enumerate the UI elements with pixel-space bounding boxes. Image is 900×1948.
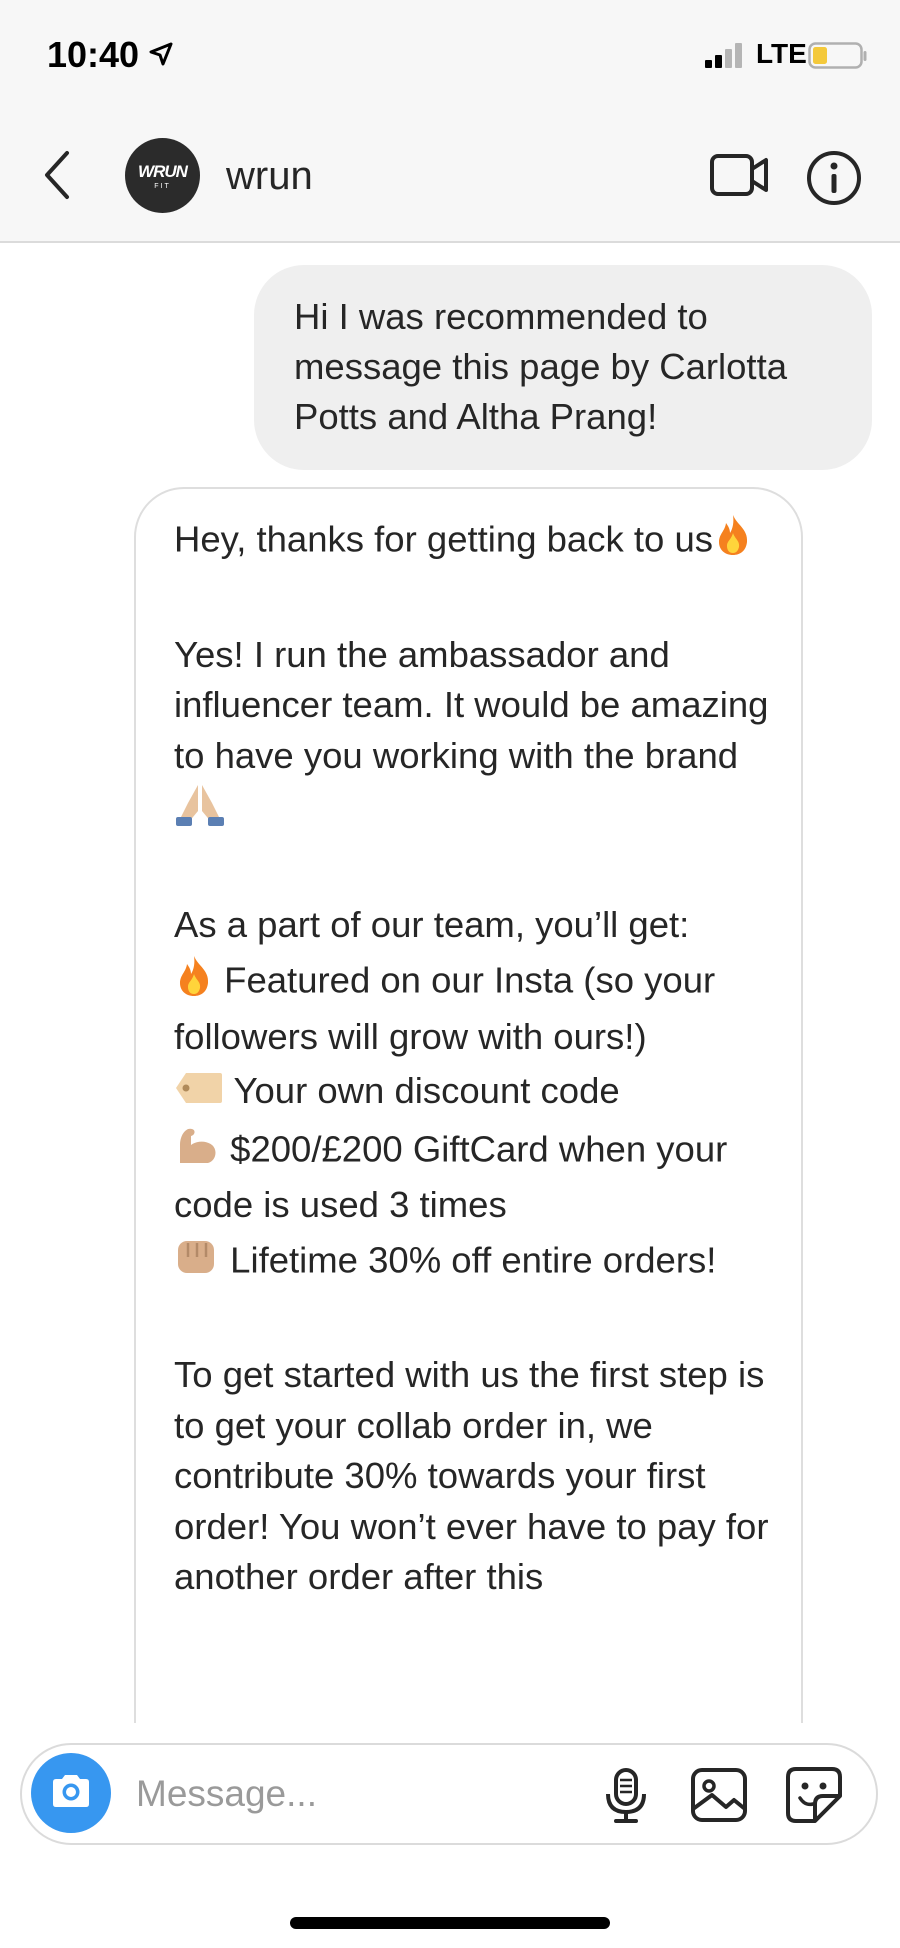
benefit-text: $200/£200 GiftCard when your code is use… <box>174 1128 728 1226</box>
message-thread[interactable]: Hi I was recommended to message this pag… <box>0 243 900 1723</box>
home-indicator[interactable] <box>290 1917 610 1929</box>
closing-text: To get started with us the first step is… <box>174 1354 769 1598</box>
benefit-item: Your own discount code <box>174 1066 771 1119</box>
greeting-paragraph: Hey, thanks for getting back to us <box>174 513 771 571</box>
microphone-icon[interactable] <box>604 1767 648 1830</box>
fist-emoji-icon <box>174 1235 220 1291</box>
tag-emoji-icon <box>174 1068 224 1119</box>
sticker-icon[interactable] <box>785 1766 843 1829</box>
benefit-item: Featured on our Insta (so your followers… <box>174 954 771 1062</box>
closing-paragraph: To get started with us the first step is… <box>174 1350 771 1603</box>
benefits-heading: As a part of our team, you’ll get: <box>174 903 690 945</box>
avatar-logo-subtext: FIT <box>154 182 171 190</box>
avatar-logo-text: WRUN <box>138 161 188 181</box>
benefit-text: Featured on our Insta (so your followers… <box>174 959 716 1057</box>
message-composer <box>20 1743 878 1845</box>
benefit-text: Lifetime 30% off entire orders! <box>230 1239 717 1280</box>
outgoing-message-text: Hi I was recommended to message this pag… <box>294 296 788 437</box>
video-call-icon[interactable] <box>710 152 770 203</box>
fire-emoji-icon <box>174 954 214 1012</box>
network-label: LTE <box>756 38 807 69</box>
benefit-text: Your own discount code <box>233 1070 620 1111</box>
fire-emoji-icon <box>713 513 753 571</box>
benefit-item: $200/£200 GiftCard when your code is use… <box>174 1123 771 1231</box>
signal-icon <box>705 42 747 68</box>
greeting-text: Hey, thanks for getting back to us <box>174 518 713 560</box>
benefit-item: Lifetime 30% off entire orders! <box>174 1235 771 1291</box>
camera-icon <box>49 1773 93 1814</box>
camera-button[interactable] <box>31 1753 111 1833</box>
location-arrow-icon <box>148 41 174 72</box>
incoming-message-bubble[interactable]: Hey, thanks for getting back to us Yes! … <box>134 487 803 1723</box>
contact-name[interactable]: wrun <box>226 154 313 199</box>
status-bar: 10:40 LTE <box>0 0 900 110</box>
battery-icon <box>808 42 868 75</box>
muscle-emoji-icon <box>174 1123 220 1181</box>
status-time: 10:40 <box>47 34 140 75</box>
info-icon[interactable] <box>806 150 862 211</box>
outgoing-message-bubble[interactable]: Hi I was recommended to message this pag… <box>254 265 872 470</box>
back-chevron-icon[interactable] <box>42 150 72 205</box>
benefits-paragraph: As a part of our team, you’ll get: Featu… <box>174 900 771 1291</box>
folded-hands-emoji-icon <box>174 781 226 841</box>
intro-paragraph: Yes! I run the ambassador and influencer… <box>174 630 771 841</box>
avatar[interactable]: WRUN FIT <box>125 138 200 213</box>
message-input[interactable] <box>134 1763 498 1825</box>
chat-header: WRUN FIT wrun <box>0 110 900 243</box>
gallery-icon[interactable] <box>690 1767 748 1828</box>
intro-text: Yes! I run the ambassador and influencer… <box>174 633 769 776</box>
